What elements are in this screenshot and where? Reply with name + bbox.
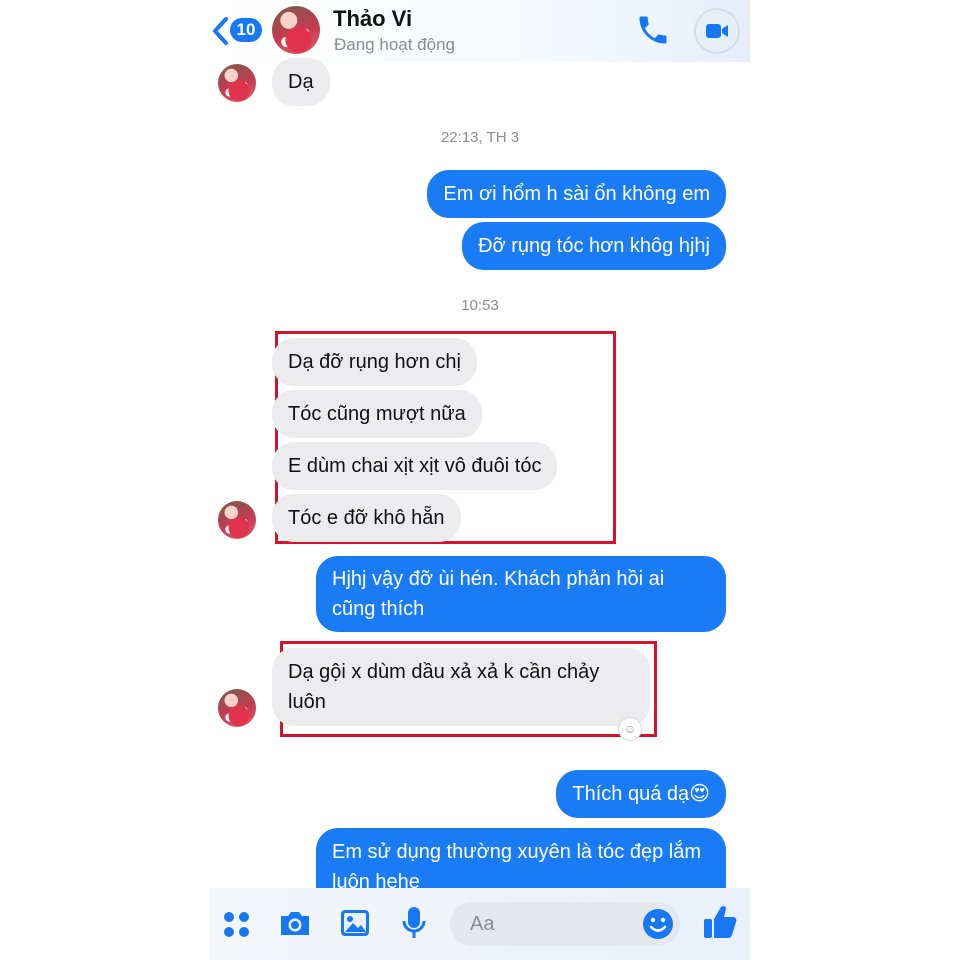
chat-header: 10 Thảo Vi Đang hoạt động (210, 0, 750, 62)
apps-grid-icon (224, 912, 249, 937)
message-reaction[interactable]: ☺ (618, 717, 642, 741)
outgoing-message[interactable]: Thích quá dạ😍 (556, 770, 726, 818)
video-call-button[interactable] (694, 8, 740, 54)
incoming-message[interactable]: Dạ gội x dùm dầu xả xả k cần chảy luôn (272, 648, 650, 726)
contact-avatar-small (218, 64, 256, 102)
unread-count-badge: 10 (230, 18, 262, 42)
gallery-button[interactable] (339, 908, 371, 943)
timestamp: 10:53 (461, 297, 499, 314)
outgoing-message[interactable]: Hjhj vậy đỡ ùi hén. Khách phản hồi ai cũ… (316, 556, 726, 632)
video-camera-icon (706, 24, 728, 38)
timestamp: 22:13, TH 3 (440, 129, 520, 146)
image-icon (341, 910, 369, 936)
message-composer (210, 888, 750, 960)
contact-avatar[interactable] (272, 6, 320, 54)
incoming-message[interactable]: E dùm chai xịt xịt vô đuôi tóc (272, 442, 558, 490)
messenger-chat-window: 10 Thảo Vi Đang hoạt động Dạ 22:13, TH 3… (210, 0, 750, 960)
incoming-message[interactable]: Tóc cũng mượt nữa (272, 390, 482, 438)
voice-message-button[interactable] (402, 906, 426, 945)
thumbs-up-icon (704, 905, 737, 938)
smile-emoji-icon (643, 909, 673, 939)
active-status: Đang hoạt động (334, 35, 455, 54)
camera-button[interactable] (278, 908, 312, 943)
outgoing-message[interactable]: Đỡ rụng tóc hơn khôg hjhj (462, 222, 726, 270)
back-button[interactable]: 10 (210, 14, 270, 46)
outgoing-message[interactable]: Em ơi hổm h sài ổn không em (427, 170, 726, 218)
chevron-left-icon (213, 17, 228, 45)
incoming-message[interactable]: Dạ (272, 58, 330, 106)
like-button[interactable] (702, 904, 738, 945)
contact-avatar-small (218, 689, 256, 727)
more-actions-button[interactable] (222, 910, 252, 945)
contact-avatar-small (218, 501, 256, 539)
voice-call-button[interactable] (635, 12, 671, 48)
emoji-button[interactable] (642, 908, 674, 945)
phone-icon (639, 16, 667, 44)
incoming-message[interactable]: Dạ đỡ rụng hơn chị (272, 338, 477, 386)
contact-name[interactable]: Thảo Vi (333, 6, 412, 32)
camera-icon (281, 912, 309, 935)
incoming-message[interactable]: Tóc e đỡ khô hẵn (272, 494, 461, 542)
microphone-icon (402, 907, 426, 938)
